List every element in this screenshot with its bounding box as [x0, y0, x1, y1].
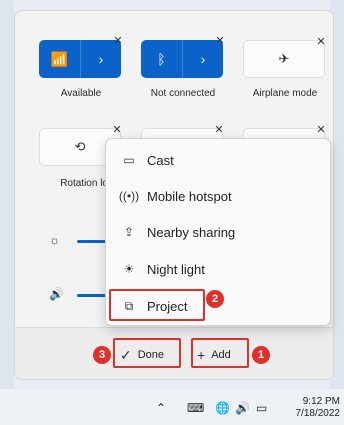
desktop-edge-left	[0, 0, 14, 425]
menu-item-nearby-sharing[interactable]: ⇪ Nearby sharing	[106, 215, 330, 249]
volume-icon: 🔊	[49, 287, 64, 301]
done-callout-box	[113, 338, 181, 368]
bluetooth-icon[interactable]: ᛒ	[141, 40, 182, 78]
cast-icon: ▭	[123, 153, 135, 167]
airplane-icon: ✈	[278, 51, 290, 66]
annotation-badge-2: 2	[206, 290, 224, 308]
brightness-slider[interactable]: ☼	[49, 233, 117, 249]
menu-item-mobile-hotspot[interactable]: ((•)) Mobile hotspot	[106, 179, 330, 213]
add-callout-box	[191, 338, 249, 368]
unpin-icon[interactable]: ✕	[212, 123, 226, 137]
menu-item-label: Mobile hotspot	[147, 188, 232, 204]
menu-item-label: Night light	[147, 261, 205, 277]
airplane-tile-label: Airplane mode	[252, 88, 318, 99]
volume-icon[interactable]: 🔊	[235, 401, 250, 415]
taskbar-clock[interactable]: 9:12 PM 7/18/2022	[296, 396, 341, 420]
taskbar: ⌃ ⌨ 🌐 🔊 ▭ 9:12 PM 7/18/2022	[0, 389, 344, 425]
unpin-icon[interactable]: ✕	[111, 34, 125, 48]
hotspot-icon: ((•))	[118, 189, 140, 203]
network-globe-icon[interactable]: 🌐	[215, 401, 230, 415]
menu-item-label: Cast	[147, 152, 174, 168]
unpin-icon[interactable]: ✕	[314, 123, 328, 137]
unpin-icon[interactable]: ✕	[213, 34, 227, 48]
keyboard-icon[interactable]: ⌨	[187, 401, 204, 415]
rotation-tile-label: Rotation loc	[60, 178, 113, 189]
clock-time: 9:12 PM	[302, 396, 340, 407]
annotation-badge-1: 1	[252, 346, 270, 364]
wifi-icon[interactable]: 📶	[39, 40, 80, 78]
menu-item-label: Nearby sharing	[147, 224, 236, 240]
brightness-icon: ☼	[49, 233, 60, 247]
airplane-mode-tile[interactable]: ✈ ✕	[243, 36, 326, 78]
bluetooth-tile[interactable]: ᛒ › ✕	[141, 35, 225, 78]
unpin-icon[interactable]: ✕	[314, 35, 328, 49]
unpin-icon[interactable]: ✕	[110, 123, 124, 137]
volume-slider[interactable]: 🔊	[49, 287, 117, 303]
annotation-badge-3: 3	[93, 346, 111, 364]
wifi-tile-label: Available	[60, 88, 102, 99]
night-light-icon: ☀	[123, 262, 135, 276]
bluetooth-tile-label: Not connected	[150, 88, 216, 99]
clock-date: 7/18/2022	[295, 408, 341, 419]
menu-item-cast[interactable]: ▭ Cast	[106, 143, 330, 177]
nearby-sharing-icon: ⇪	[123, 225, 135, 239]
battery-icon[interactable]: ▭	[256, 401, 267, 415]
menu-item-night-light[interactable]: ☀ Night light	[106, 252, 330, 286]
show-hidden-icons-chevron-icon[interactable]: ⌃	[156, 401, 166, 415]
wifi-tile[interactable]: 📶 › ✕	[39, 35, 123, 78]
project-callout-box	[109, 289, 205, 321]
